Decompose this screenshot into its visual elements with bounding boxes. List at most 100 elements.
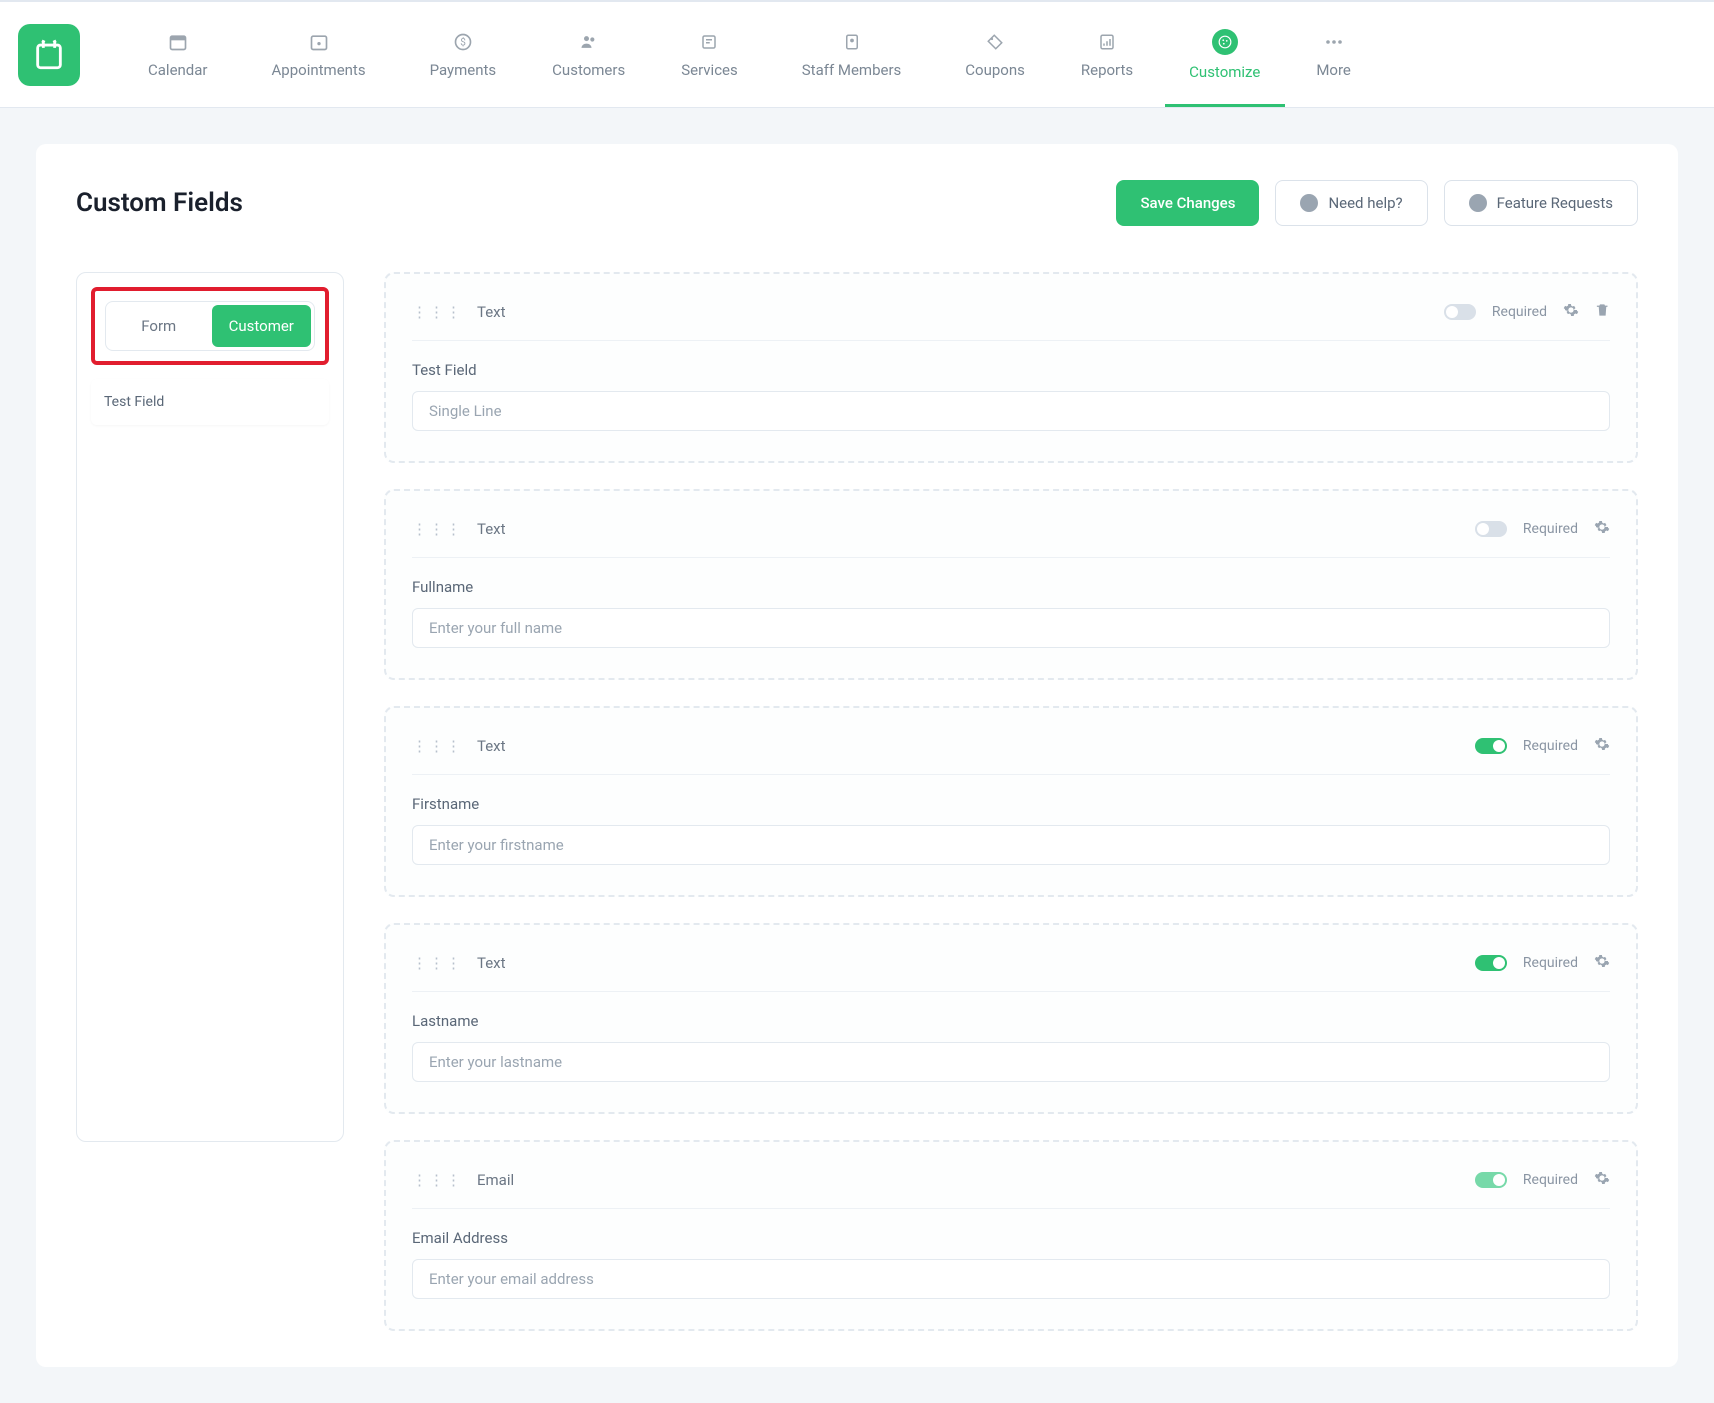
gear-icon[interactable] xyxy=(1594,736,1610,756)
field-block: ⋮⋮⋮ Text Required Firstname xyxy=(384,706,1638,897)
nav-label: Payments xyxy=(430,61,497,79)
tab-form[interactable]: Form xyxy=(109,305,209,347)
field-label: Fullname xyxy=(412,578,1610,596)
nav-label: Calendar xyxy=(148,61,208,79)
required-label: Required xyxy=(1523,521,1578,537)
page-title: Custom Fields xyxy=(76,188,243,218)
gear-icon[interactable] xyxy=(1594,953,1610,973)
field-label: Email Address xyxy=(412,1229,1610,1247)
required-toggle[interactable] xyxy=(1475,1172,1507,1188)
header-actions: Save Changes Need help? Feature Requests xyxy=(1116,180,1638,226)
fields-list: ⋮⋮⋮ Text Required Test Field ⋮⋮⋮ Text Required… xyxy=(384,272,1638,1331)
field-input[interactable] xyxy=(412,1259,1610,1299)
staff-icon xyxy=(841,31,863,53)
nav-label: Coupons xyxy=(965,61,1025,79)
svg-text:$: $ xyxy=(460,35,466,48)
field-label: Lastname xyxy=(412,1012,1610,1030)
nav-staff[interactable]: Staff Members xyxy=(766,2,938,107)
required-toggle[interactable] xyxy=(1475,955,1507,971)
field-input[interactable] xyxy=(412,608,1610,648)
field-head: ⋮⋮⋮ Text Required xyxy=(412,947,1610,992)
field-block: ⋮⋮⋮ Email Required Email Address xyxy=(384,1140,1638,1331)
field-head: ⋮⋮⋮ Email Required xyxy=(412,1164,1610,1209)
main-card: Custom Fields Save Changes Need help? Fe… xyxy=(36,144,1678,1367)
required-label: Required xyxy=(1492,304,1547,320)
help-icon xyxy=(1300,194,1318,212)
gear-icon[interactable] xyxy=(1594,1170,1610,1190)
field-input[interactable] xyxy=(412,825,1610,865)
nav-label: Reports xyxy=(1081,61,1133,79)
sidebar: Form Customer Test Field xyxy=(76,272,344,1142)
drag-handle-icon[interactable]: ⋮⋮⋮ xyxy=(412,954,463,972)
gear-icon[interactable] xyxy=(1594,519,1610,539)
top-nav: Calendar Appointments $ Payments Custome… xyxy=(0,0,1714,108)
field-type: Text xyxy=(477,303,506,321)
appointments-icon xyxy=(308,31,330,53)
page-body: Custom Fields Save Changes Need help? Fe… xyxy=(0,108,1714,1403)
required-label: Required xyxy=(1523,738,1578,754)
more-icon xyxy=(1323,31,1345,53)
help-label: Need help? xyxy=(1328,194,1402,212)
field-input[interactable] xyxy=(412,1042,1610,1082)
nav-label: More xyxy=(1316,61,1351,79)
nav-calendar[interactable]: Calendar xyxy=(120,2,236,107)
tab-customer[interactable]: Customer xyxy=(212,305,312,347)
drag-handle-icon[interactable]: ⋮⋮⋮ xyxy=(412,1171,463,1189)
sidebar-field-item[interactable]: Test Field xyxy=(91,379,329,425)
customize-icon xyxy=(1212,29,1238,55)
drag-handle-icon[interactable]: ⋮⋮⋮ xyxy=(412,520,463,538)
feature-label: Feature Requests xyxy=(1497,194,1613,212)
required-toggle[interactable] xyxy=(1475,521,1507,537)
card-header: Custom Fields Save Changes Need help? Fe… xyxy=(76,180,1638,226)
field-type: Text xyxy=(477,954,506,972)
trash-icon[interactable] xyxy=(1595,302,1610,322)
tab-highlight: Form Customer xyxy=(91,287,329,365)
gear-icon[interactable] xyxy=(1563,302,1579,322)
nav-appointments[interactable]: Appointments xyxy=(236,2,402,107)
calendar-icon xyxy=(167,31,189,53)
save-button[interactable]: Save Changes xyxy=(1116,180,1259,226)
drag-handle-icon[interactable]: ⋮⋮⋮ xyxy=(412,303,463,321)
content-body: Form Customer Test Field ⋮⋮⋮ Text Required… xyxy=(76,272,1638,1331)
nav-customize[interactable]: Customize xyxy=(1161,2,1288,107)
required-label: Required xyxy=(1523,955,1578,971)
nav-label: Services xyxy=(681,61,738,79)
payments-icon: $ xyxy=(452,31,474,53)
bulb-icon xyxy=(1469,194,1487,212)
field-label: Firstname xyxy=(412,795,1610,813)
field-head: ⋮⋮⋮ Text Required xyxy=(412,513,1610,558)
nav-customers[interactable]: Customers xyxy=(524,2,653,107)
app-logo[interactable] xyxy=(18,24,80,86)
field-head: ⋮⋮⋮ Text Required xyxy=(412,296,1610,341)
nav-label: Customers xyxy=(552,61,625,79)
drag-handle-icon[interactable]: ⋮⋮⋮ xyxy=(412,737,463,755)
nav-coupons[interactable]: Coupons xyxy=(937,2,1053,107)
field-input[interactable] xyxy=(412,391,1610,431)
nav-list: Calendar Appointments $ Payments Custome… xyxy=(120,2,1696,107)
field-type: Text xyxy=(477,520,506,538)
field-block: ⋮⋮⋮ Text Required Test Field xyxy=(384,272,1638,463)
field-type: Text xyxy=(477,737,506,755)
coupons-icon xyxy=(984,31,1006,53)
customers-icon xyxy=(578,31,600,53)
field-block: ⋮⋮⋮ Text Required Fullname xyxy=(384,489,1638,680)
field-head: ⋮⋮⋮ Text Required xyxy=(412,730,1610,775)
nav-reports[interactable]: Reports xyxy=(1053,2,1161,107)
tab-switch: Form Customer xyxy=(105,301,315,351)
field-type: Email xyxy=(477,1171,514,1189)
nav-payments[interactable]: $ Payments xyxy=(402,2,525,107)
required-label: Required xyxy=(1523,1172,1578,1188)
nav-label: Customize xyxy=(1189,63,1260,81)
nav-more[interactable]: More xyxy=(1288,2,1379,107)
field-label: Test Field xyxy=(412,361,1610,379)
required-toggle[interactable] xyxy=(1444,304,1476,320)
services-icon xyxy=(698,31,720,53)
reports-icon xyxy=(1096,31,1118,53)
required-toggle[interactable] xyxy=(1475,738,1507,754)
help-button[interactable]: Need help? xyxy=(1275,180,1427,226)
nav-label: Staff Members xyxy=(802,61,902,79)
nav-services[interactable]: Services xyxy=(653,2,766,107)
field-block: ⋮⋮⋮ Text Required Lastname xyxy=(384,923,1638,1114)
feature-requests-button[interactable]: Feature Requests xyxy=(1444,180,1638,226)
nav-label: Appointments xyxy=(272,61,366,79)
